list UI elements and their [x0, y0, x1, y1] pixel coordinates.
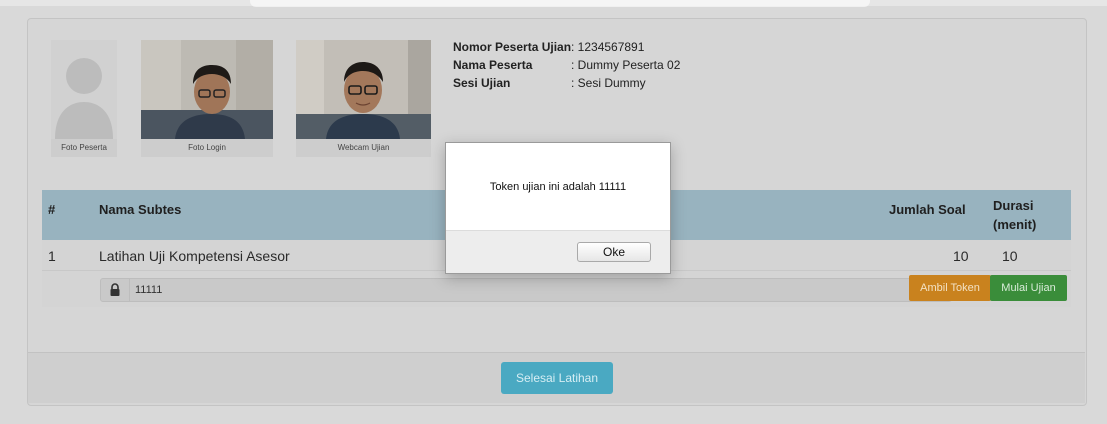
header-number: # — [48, 202, 56, 217]
ambil-token-button[interactable]: Ambil Token — [909, 275, 991, 301]
token-row: Ambil Token Mulai Ujian — [42, 271, 1071, 307]
header-durasi-unit: (menit) — [993, 217, 1037, 232]
lock-icon — [110, 283, 120, 296]
nomor-value: : 1234567891 — [571, 40, 645, 54]
row-number: 1 — [48, 248, 56, 264]
header-jumlah-soal: Jumlah Soal — [889, 202, 966, 217]
login-photo-image — [141, 40, 273, 139]
dialog-footer: Oke — [446, 230, 670, 273]
webcam-ujian-caption: Webcam Ujian — [296, 139, 431, 157]
selesai-latihan-button[interactable]: Selesai Latihan — [501, 362, 613, 394]
nomor-label: Nomor Peserta Ujian — [453, 40, 572, 54]
sesi-value: : Sesi Dummy — [571, 76, 646, 90]
dialog-message: Token ujian ini adalah 11111 — [489, 181, 627, 193]
oke-button[interactable]: Oke — [577, 242, 651, 262]
avatar-placeholder-icon — [51, 40, 117, 139]
mulai-ujian-button[interactable]: Mulai Ujian — [990, 275, 1067, 301]
foto-peserta: Foto Peserta — [51, 40, 117, 157]
nama-value: : Dummy Peserta 02 — [571, 58, 681, 72]
panel-footer: Selesai Latihan — [28, 353, 1085, 403]
sesi-label: Sesi Ujian — [453, 76, 511, 90]
row-durasi: 10 — [1002, 248, 1018, 264]
foto-login-caption: Foto Login — [141, 139, 273, 157]
header-nama-subtes: Nama Subtes — [99, 202, 182, 217]
row-nama-subtes: Latihan Uji Kompetensi Asesor — [99, 248, 290, 264]
token-input[interactable] — [135, 281, 835, 299]
nama-label: Nama Peserta — [453, 58, 533, 72]
header-durasi: Durasi — [993, 198, 1034, 213]
token-dialog: Token ujian ini adalah 11111 Oke — [445, 142, 671, 274]
token-input-group — [100, 278, 952, 302]
lock-addon — [101, 279, 130, 301]
webcam-photo-image — [296, 40, 431, 139]
foto-peserta-caption: Foto Peserta — [51, 139, 117, 157]
webcam-ujian: Webcam Ujian — [296, 40, 431, 157]
row-jumlah-soal: 10 — [953, 248, 969, 264]
foto-login: Foto Login — [141, 40, 273, 157]
top-tab-shadow — [250, 0, 870, 7]
